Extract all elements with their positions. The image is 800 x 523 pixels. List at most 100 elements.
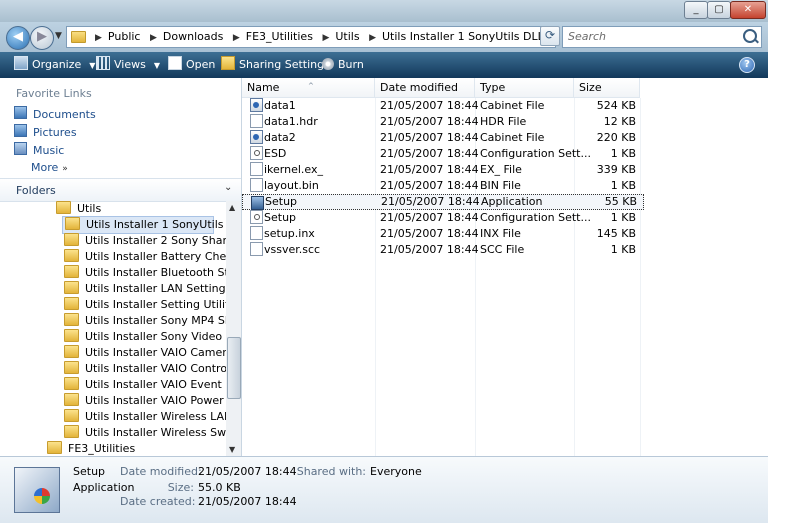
back-button[interactable]: ◀ [6, 26, 30, 50]
tree-item[interactable]: Utils Installer Wireless LAN Starte [64, 409, 226, 425]
tree-item[interactable]: Utils Installer Bluetooth Stack for [64, 265, 226, 281]
tree-item[interactable]: Utils Installer Wireless Switch Set [64, 425, 226, 441]
file-row-selected[interactable]: Setup 21/05/2007 18:44 Application 55 KB [242, 194, 644, 210]
tree-item[interactable]: Utils Installer 2 Sony Shared Libra [64, 233, 226, 249]
file-row[interactable]: layout.bin 21/05/2007 18:44 BIN File 1 K… [242, 178, 642, 194]
column-header-date[interactable]: Date modified [375, 78, 475, 98]
favorite-links-header: Favorite Links [16, 87, 92, 100]
details-shared: Everyone [370, 465, 422, 478]
breadcrumb-item[interactable]: Utils Installer 1 SonyUtils DLL [382, 30, 544, 43]
details-date-modified: 21/05/2007 18:44 [198, 465, 297, 478]
sharing-settings-button[interactable]: Sharing Settings [221, 52, 330, 78]
tree-item[interactable]: Utils Installer VAIO Camera Utility [64, 345, 226, 361]
navigation-pane: Favorite Links Documents Pictures Music … [0, 78, 242, 456]
tree-item[interactable]: FE3_Utilities [47, 441, 135, 456]
close-button[interactable]: ✕ [730, 1, 766, 19]
folder-icon [47, 441, 62, 454]
disc-icon [322, 58, 334, 70]
more-links[interactable]: More» [31, 160, 68, 176]
scrollbar-thumb[interactable] [227, 337, 241, 399]
sort-arrow-icon: ^ [308, 82, 314, 90]
column-header-type[interactable]: Type [475, 78, 574, 98]
details-shared-label: Shared with: [296, 465, 366, 478]
file-icon [250, 178, 263, 192]
folder-tree-scrollbar[interactable]: ▲ ▼ [226, 201, 241, 456]
config-icon [250, 146, 263, 160]
forward-button[interactable]: ▶ [30, 26, 54, 50]
file-row[interactable]: data2 21/05/2007 18:44 Cabinet File 220 … [242, 130, 642, 146]
views-icon [96, 56, 110, 70]
burn-button[interactable]: Burn [322, 52, 364, 78]
search-input[interactable]: Search [562, 26, 762, 48]
scroll-up-icon[interactable]: ▲ [229, 203, 235, 212]
file-icon [250, 162, 263, 176]
tree-item[interactable]: Utils Installer VAIO Power Manag [64, 393, 226, 409]
tree-item[interactable]: Utils Installer LAN Setting Utility [64, 281, 226, 297]
file-row[interactable]: ESD 21/05/2007 18:44 Configuration Sett.… [242, 146, 642, 162]
chevron-right-icon: ▶ [95, 33, 102, 43]
open-button[interactable]: Open [168, 52, 215, 78]
scroll-down-icon[interactable]: ▼ [229, 445, 235, 454]
favorite-link-documents[interactable]: Documents [14, 106, 96, 122]
folder-icon [65, 217, 80, 230]
folder-icon [64, 377, 79, 390]
chevron-down-icon: ▼ [153, 61, 160, 70]
tree-item[interactable]: Utils Installer VAIO Event Service [64, 377, 226, 393]
folder-icon [64, 249, 79, 262]
details-pane: Setup Application Date modified: 21/05/2… [0, 456, 768, 523]
breadcrumb-item[interactable]: Utils [335, 30, 359, 43]
breadcrumb-item[interactable]: Downloads [163, 30, 223, 43]
tree-item[interactable]: Utils Installer Battery Checker [64, 249, 226, 265]
folders-header[interactable]: Folders ⌄ [0, 178, 241, 202]
tree-item[interactable]: Utils Installer Setting Utility Serie [64, 297, 226, 313]
views-button[interactable]: Views ▼ [96, 52, 160, 78]
help-button[interactable]: ? [739, 57, 755, 73]
tree-item-selected[interactable]: Utils Installer 1 SonyUtils DLL [62, 216, 226, 234]
column-header-name[interactable]: ^ Name [242, 78, 375, 98]
explorer-window: _ ▢ ✕ ◀ ▶ ▼ ▶ Public ▶ Downloads ▶ FE3_Util… [0, 0, 768, 523]
folder-icon [64, 329, 79, 342]
breadcrumb-item[interactable]: FE3_Utilities [246, 30, 313, 43]
title-bar: _ ▢ ✕ [0, 0, 768, 22]
file-row[interactable]: Setup 21/05/2007 18:44 Configuration Set… [242, 210, 642, 226]
application-icon [251, 196, 264, 210]
minimize-button[interactable]: _ [684, 1, 708, 19]
file-row[interactable]: data1.hdr 21/05/2007 18:44 HDR File 12 K… [242, 114, 642, 130]
folder-icon [56, 201, 71, 214]
command-bar: Organize ▼ Views ▼ Open Sharing Settings B… [0, 52, 768, 78]
open-icon [168, 56, 182, 70]
organize-button[interactable]: Organize ▼ [14, 52, 95, 78]
file-icon [250, 226, 263, 240]
maximize-button[interactable]: ▢ [707, 1, 731, 19]
breadcrumb: ▶ Public ▶ Downloads ▶ FE3_Utilities ▶ Utils… [89, 27, 544, 47]
search-placeholder: Search [568, 30, 607, 43]
file-row[interactable]: data1 21/05/2007 18:44 Cabinet File 524 … [242, 98, 642, 114]
folder-icon [64, 233, 79, 246]
file-list: ^ Name Date modified Type Size data1 21/0… [242, 78, 768, 456]
chevron-right-icon: ▶ [232, 33, 240, 43]
refresh-button[interactable]: ⟳ [540, 26, 560, 46]
tree-item[interactable]: Utils Installer VAIO Control Cente [64, 361, 226, 377]
tree-item[interactable]: Utils [56, 201, 101, 217]
file-row[interactable]: ikernel.ex_ 21/05/2007 18:44 EX_ File 33… [242, 162, 642, 178]
breadcrumb-item[interactable]: Public [108, 30, 141, 43]
favorite-link-music[interactable]: Music [14, 142, 64, 158]
documents-icon [14, 106, 27, 119]
column-header-size[interactable]: Size [574, 78, 640, 98]
setup-application-icon [14, 467, 60, 513]
folder-icon [64, 297, 79, 310]
search-icon[interactable] [743, 29, 757, 43]
file-row[interactable]: vssver.scc 21/05/2007 18:44 SCC File 1 K… [242, 242, 642, 258]
chevron-right-icon: ▶ [322, 33, 330, 43]
file-row[interactable]: setup.inx 21/05/2007 18:44 INX File 145 … [242, 226, 642, 242]
address-bar[interactable]: ▶ Public ▶ Downloads ▶ FE3_Utilities ▶ Utils… [66, 26, 600, 48]
tree-item[interactable]: Utils Installer Sony MP4 Shared L [64, 313, 226, 329]
folder-icon [64, 425, 79, 438]
favorite-link-pictures[interactable]: Pictures [14, 124, 77, 140]
file-icon [250, 114, 263, 128]
recent-pages-dropdown[interactable]: ▼ [55, 31, 62, 41]
tree-item[interactable]: Utils Installer Sony Video Shared [64, 329, 226, 345]
music-icon [14, 142, 27, 155]
sharing-icon [221, 56, 235, 70]
help-icon: ? [744, 59, 750, 70]
